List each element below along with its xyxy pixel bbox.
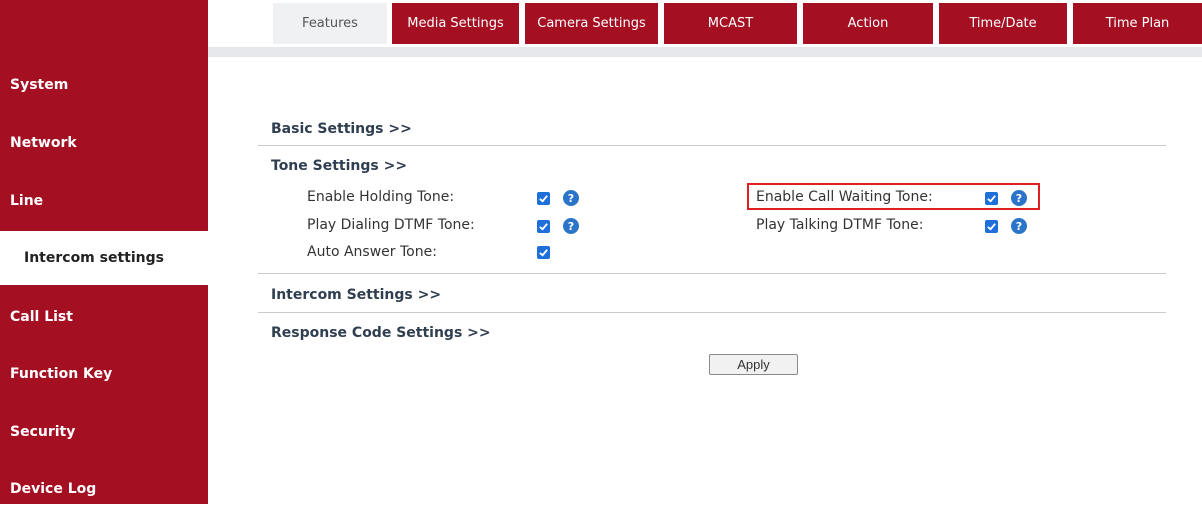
auto-answer-tone-label: Auto Answer Tone: xyxy=(307,244,437,260)
sidebar-item-call-list[interactable]: Call List xyxy=(0,292,208,342)
tab-features[interactable]: Features xyxy=(271,3,387,44)
play-talking-dtmf-tone-label: Play Talking DTMF Tone: xyxy=(756,217,924,233)
sidebar-item-device-log[interactable]: Device Log xyxy=(0,464,208,514)
help-icon[interactable]: ? xyxy=(1011,190,1027,206)
tab-label: Camera Settings xyxy=(537,16,646,31)
sidebar-item-label: Function Key xyxy=(10,366,113,382)
tab-camera-settings[interactable]: Camera Settings xyxy=(525,3,658,44)
sidebar: System Network Line Intercom settings Ca… xyxy=(0,0,208,504)
sidebar-item-network[interactable]: Network xyxy=(0,118,208,168)
enable-holding-tone-checkbox[interactable] xyxy=(537,192,550,205)
divider xyxy=(258,145,1166,146)
apply-button[interactable]: Apply xyxy=(709,354,798,375)
tab-label: Time Plan xyxy=(1105,16,1170,31)
play-dialing-dtmf-tone-checkbox[interactable] xyxy=(537,220,550,233)
tab-label: Action xyxy=(847,16,889,31)
help-icon[interactable]: ? xyxy=(563,218,579,234)
sidebar-item-label: Line xyxy=(10,193,44,209)
response-code-settings-link[interactable]: Response Code Settings >> xyxy=(271,325,491,341)
sidebar-header-curve xyxy=(0,0,208,40)
checkmark-icon xyxy=(539,195,548,203)
tab-label: Media Settings xyxy=(407,16,504,31)
help-glyph: ? xyxy=(1015,219,1023,233)
divider xyxy=(258,273,1166,274)
tab-time-plan[interactable]: Time Plan xyxy=(1073,3,1202,44)
basic-settings-link[interactable]: Basic Settings >> xyxy=(271,121,412,137)
intercom-settings-link[interactable]: Intercom Settings >> xyxy=(271,287,441,303)
checkmark-icon xyxy=(987,195,996,203)
tab-time-date[interactable]: Time/Date xyxy=(939,3,1067,44)
help-glyph: ? xyxy=(567,219,575,233)
sidebar-item-system[interactable]: System xyxy=(0,60,208,110)
checkmark-icon xyxy=(539,223,548,231)
help-icon[interactable]: ? xyxy=(1011,218,1027,234)
checkmark-icon xyxy=(987,223,996,231)
enable-call-waiting-tone-label: Enable Call Waiting Tone: xyxy=(756,189,933,205)
enable-call-waiting-tone-checkbox[interactable] xyxy=(985,192,998,205)
help-glyph: ? xyxy=(567,191,575,205)
play-talking-dtmf-tone-checkbox[interactable] xyxy=(985,220,998,233)
checkmark-icon xyxy=(539,249,548,257)
tab-action[interactable]: Action xyxy=(803,3,933,44)
sidebar-item-label: Network xyxy=(10,135,77,151)
sidebar-item-intercom-settings[interactable]: Intercom settings xyxy=(0,231,208,285)
sidebar-item-line[interactable]: Line xyxy=(0,176,208,226)
sidebar-item-label: Call List xyxy=(10,309,73,325)
sidebar-item-label: Security xyxy=(10,424,76,440)
tab-label: MCAST xyxy=(707,16,754,31)
sidebar-item-label: Intercom settings xyxy=(24,250,164,266)
help-glyph: ? xyxy=(1015,191,1023,205)
tab-label: Time/Date xyxy=(969,16,1037,31)
sidebar-item-security[interactable]: Security xyxy=(0,407,208,457)
help-icon[interactable]: ? xyxy=(563,190,579,206)
tone-settings-link[interactable]: Tone Settings >> xyxy=(271,158,407,174)
divider xyxy=(258,312,1166,313)
tab-bar-underline xyxy=(208,47,1202,57)
sidebar-item-function-key[interactable]: Function Key xyxy=(0,349,208,399)
sidebar-item-label: System xyxy=(10,77,69,93)
auto-answer-tone-checkbox[interactable] xyxy=(537,246,550,259)
play-dialing-dtmf-tone-label: Play Dialing DTMF Tone: xyxy=(307,217,475,233)
tab-label: Features xyxy=(302,16,358,31)
tab-mcast[interactable]: MCAST xyxy=(664,3,797,44)
sidebar-item-label: Device Log xyxy=(10,481,97,497)
tab-media-settings[interactable]: Media Settings xyxy=(392,3,519,44)
enable-holding-tone-label: Enable Holding Tone: xyxy=(307,189,455,205)
